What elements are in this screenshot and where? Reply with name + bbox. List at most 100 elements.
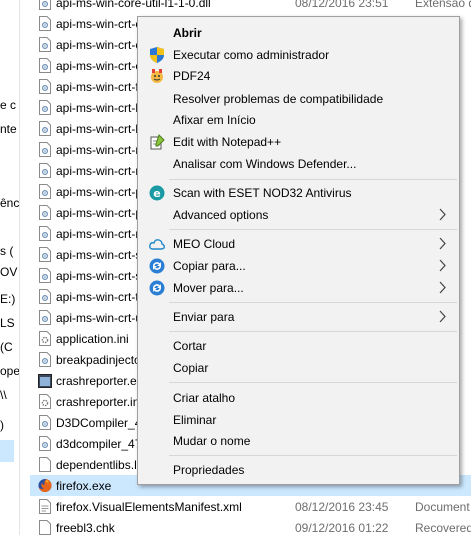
nav-item-fragment[interactable]: s ( <box>0 244 19 258</box>
menu-item-label: PDF24 <box>173 68 211 83</box>
file-date: 09/12/2016 01:22 <box>295 520 389 535</box>
file-icon <box>38 457 52 473</box>
menu-item-label: Analisar com Windows Defender... <box>173 156 357 171</box>
eset-icon: e <box>149 185 165 201</box>
sync-move-icon <box>149 280 165 296</box>
menu-item-copy[interactable]: Copiar <box>138 357 459 378</box>
svg-text:e: e <box>153 187 160 200</box>
menu-item-label: Cortar <box>173 338 207 353</box>
nav-item-fragment[interactable]: \\ <box>0 388 19 402</box>
submenu-arrow-icon <box>439 237 447 250</box>
dll-icon <box>38 79 52 95</box>
dll-icon <box>38 37 52 53</box>
menu-item-cut[interactable]: Cortar <box>138 335 459 356</box>
file-date: 08/12/2016 23:45 <box>295 499 389 514</box>
uac-shield-icon <box>149 47 165 63</box>
menu-item-edit-notepadpp[interactable]: Edit with Notepad++ <box>138 131 459 152</box>
menu-item-pin-to-start[interactable]: Afixar em Início <box>138 109 459 130</box>
firefox-icon <box>38 478 52 494</box>
submenu-arrow-icon <box>439 208 447 221</box>
dll-icon <box>38 121 52 137</box>
nav-item-fragment[interactable]: (C <box>0 340 19 354</box>
nav-item-fragment[interactable]: nte <box>0 122 19 136</box>
menu-separator <box>169 179 457 180</box>
dll-icon <box>38 142 52 158</box>
menu-item-label: MEO Cloud <box>173 236 236 251</box>
file-type: Document <box>415 499 470 514</box>
dll-icon <box>38 0 52 11</box>
file-row[interactable]: firefox.VisualElementsManifest.xml 08/12/… <box>30 496 471 517</box>
nav-item-fragment[interactable]: ênc <box>0 196 19 210</box>
navigation-pane: e c nte ênc s ( OV E:) LS (C ope \\) <box>0 0 20 535</box>
menu-separator <box>169 455 457 456</box>
menu-item-meo-cloud[interactable]: MEO Cloud <box>138 233 459 254</box>
file-row[interactable]: freebl3.chk 09/12/2016 01:22 Recovered <box>30 517 471 535</box>
sync-copy-icon <box>149 258 165 274</box>
cloud-icon <box>149 236 165 252</box>
menu-item-run-as-admin[interactable]: Executar como administrador <box>138 44 459 65</box>
ini-icon <box>38 331 52 347</box>
dll-icon <box>38 352 52 368</box>
exe-icon <box>38 373 52 389</box>
menu-item-send-to[interactable]: Enviar para <box>138 306 459 327</box>
dll-icon <box>38 58 52 74</box>
menu-item-label: Criar atalho <box>173 390 236 405</box>
submenu-arrow-icon <box>439 310 447 323</box>
menu-item-delete[interactable]: Eliminar <box>138 409 459 430</box>
menu-item-label: Executar como administrador <box>173 47 330 62</box>
nav-item-fragment[interactable]: ope <box>0 364 19 378</box>
dll-icon <box>38 310 52 326</box>
file-row[interactable]: api-ms-win-core-util-l1-1-0.dll 08/12/201… <box>30 0 471 13</box>
menu-item-label: Copiar para... <box>173 258 246 273</box>
menu-item-label: Edit with Notepad++ <box>173 134 282 149</box>
menu-item-advanced-options[interactable]: Advanced options <box>138 204 459 225</box>
menu-item-copy-to[interactable]: Copiar para... <box>138 255 459 276</box>
nav-item-fragment[interactable]: e c <box>0 98 19 112</box>
menu-item-pdf24[interactable]: PDF24 <box>138 65 459 86</box>
menu-item-move-to[interactable]: Mover para... <box>138 277 459 298</box>
dll-icon <box>38 247 52 263</box>
menu-item-label: Propriedades <box>173 462 245 477</box>
xml-icon <box>38 499 52 515</box>
menu-item-troubleshoot-compatibility[interactable]: Resolver problemas de compatibilidade <box>138 88 459 109</box>
menu-separator <box>169 382 457 383</box>
file-date: 08/12/2016 23:51 <box>295 0 389 10</box>
menu-item-label: Enviar para <box>173 309 235 324</box>
nav-selected-item[interactable] <box>0 440 14 462</box>
nav-item-fragment[interactable]: ) <box>0 418 19 432</box>
dll-icon <box>38 415 52 431</box>
nav-item-fragment[interactable]: OV <box>0 265 19 279</box>
file-type: Extensão d <box>415 0 471 10</box>
menu-item-label: Mover para... <box>173 280 244 295</box>
menu-item-label: Afixar em Início <box>173 112 256 127</box>
menu-item-create-shortcut[interactable]: Criar atalho <box>138 387 459 408</box>
menu-item-scan-eset[interactable]: e Scan with ESET NOD32 Antivirus <box>138 182 459 203</box>
nav-item-fragment[interactable]: E:) <box>0 292 19 306</box>
menu-item-scan-defender[interactable]: Analisar com Windows Defender... <box>138 153 459 174</box>
file-name: freebl3.chk <box>56 520 115 535</box>
context-menu: Abrir Executar como administrador PDF24 … <box>137 16 460 485</box>
dll-icon <box>38 100 52 116</box>
dll-icon <box>38 184 52 200</box>
dll-icon <box>38 163 52 179</box>
dll-icon <box>38 16 52 32</box>
menu-item-label: Eliminar <box>173 412 217 427</box>
ini-icon <box>38 394 52 410</box>
file-name: firefox.VisualElementsManifest.xml <box>56 499 242 514</box>
menu-separator <box>169 331 457 332</box>
menu-item-label: Mudar o nome <box>173 433 251 448</box>
menu-item-label: Copiar <box>173 360 209 375</box>
menu-separator <box>169 302 457 303</box>
file-icon <box>38 520 52 535</box>
file-type: Recovered <box>415 520 471 535</box>
notepadpp-icon <box>149 134 165 150</box>
submenu-arrow-icon <box>439 259 447 272</box>
dll-icon <box>38 289 52 305</box>
menu-item-properties[interactable]: Propriedades <box>138 459 459 480</box>
nav-item-fragment[interactable]: LS <box>0 316 19 330</box>
menu-item-open[interactable]: Abrir <box>138 22 459 43</box>
menu-item-label: Resolver problemas de compatibilidade <box>173 91 384 106</box>
menu-item-label: Scan with ESET NOD32 Antivirus <box>173 185 352 200</box>
menu-item-rename[interactable]: Mudar o nome <box>138 430 459 451</box>
pdf24-icon <box>149 68 165 84</box>
